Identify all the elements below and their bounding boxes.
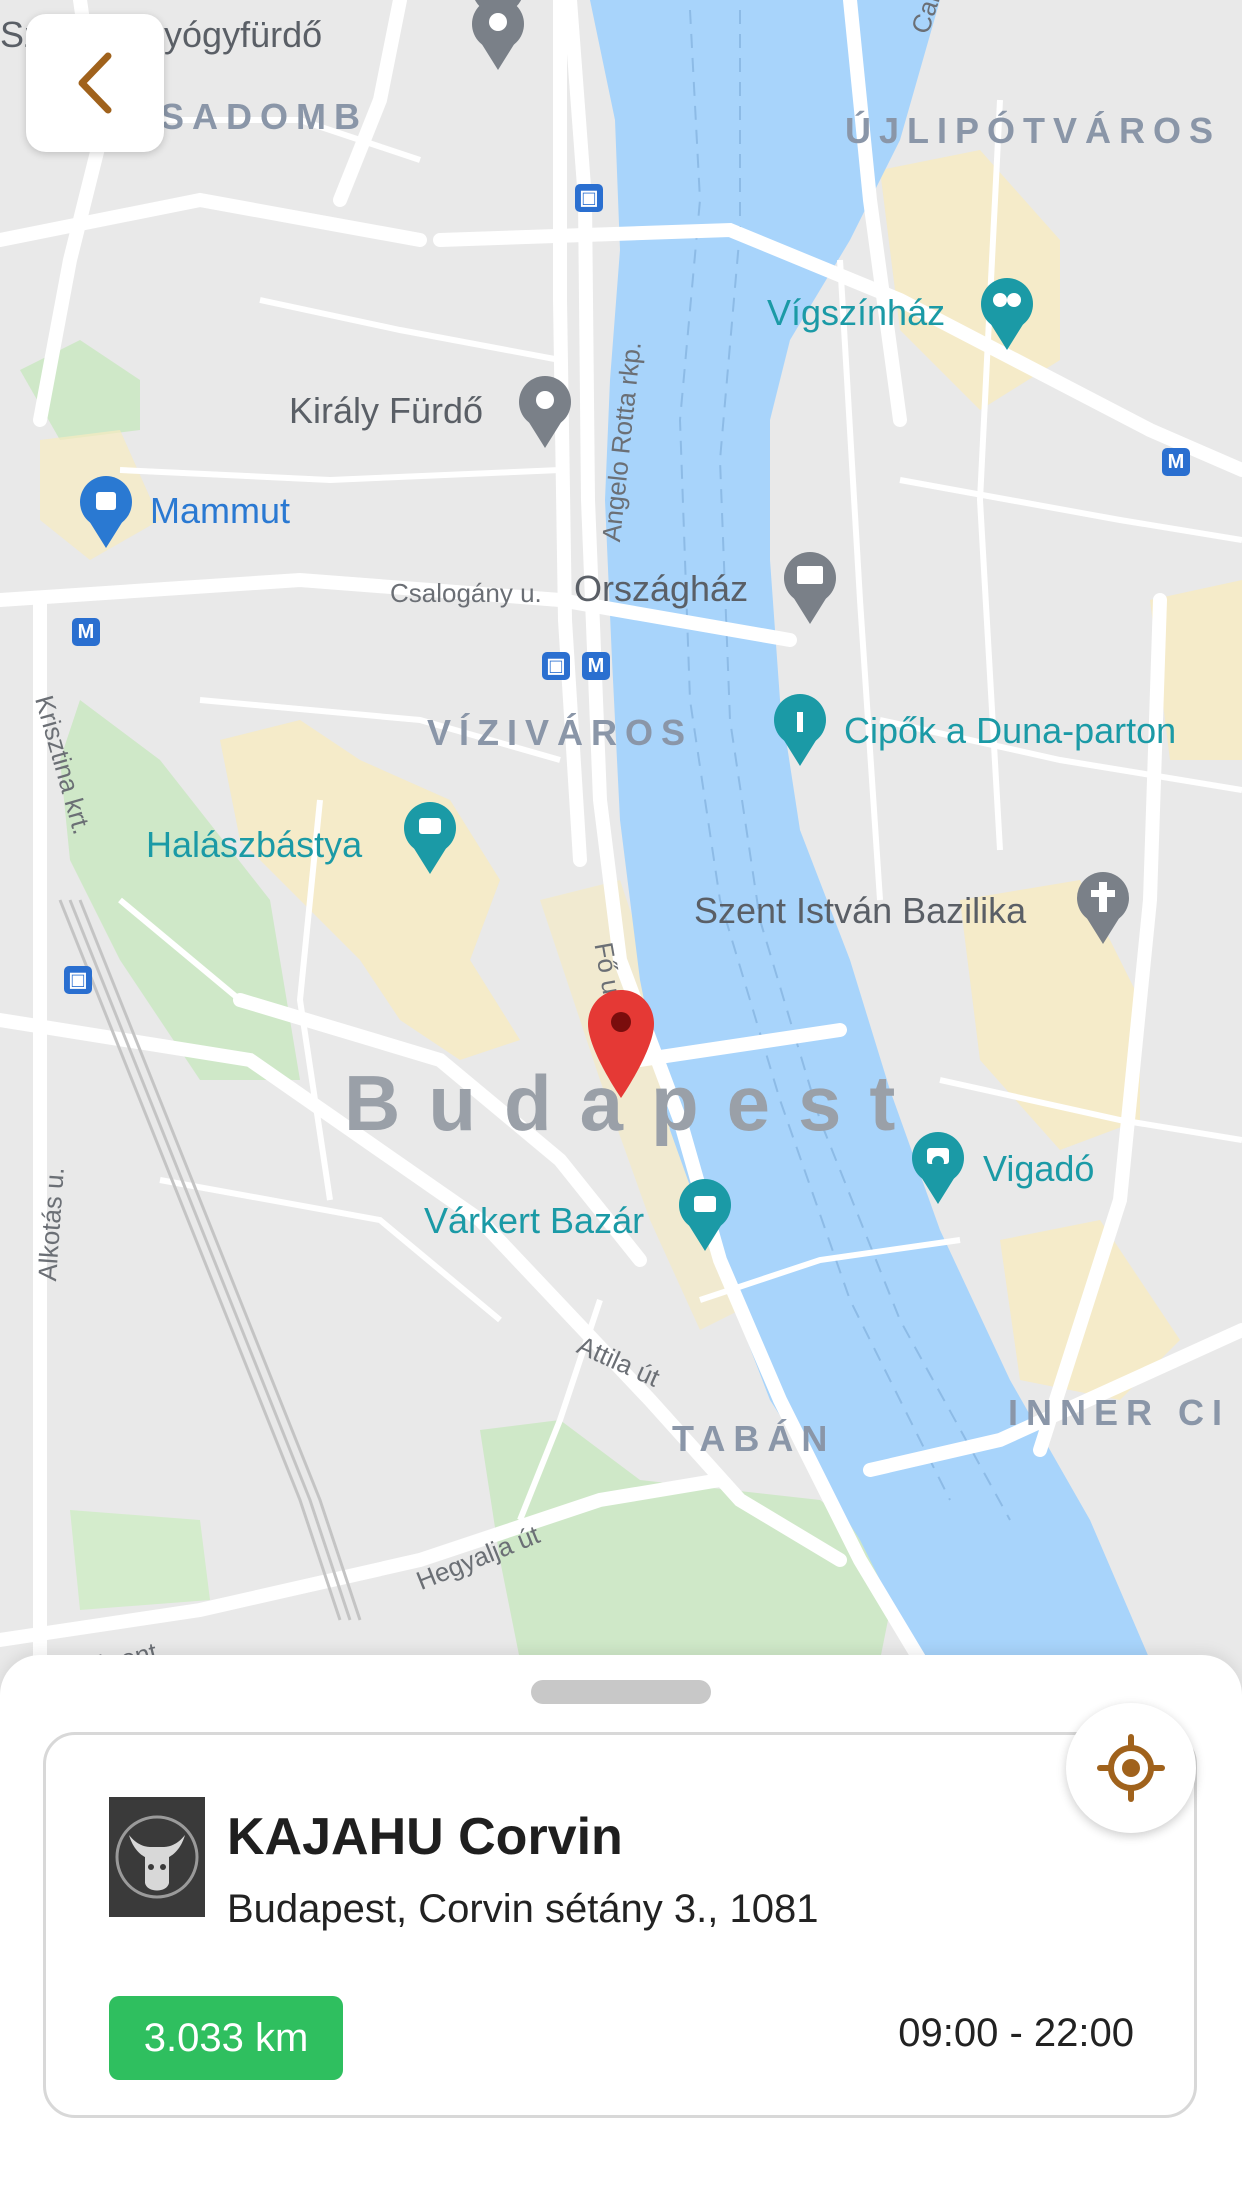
poi-mammut-label[interactable]: Mammut <box>150 490 290 532</box>
restaurant-logo <box>109 1797 205 1917</box>
opening-hours: 09:00 - 22:00 <box>898 2011 1134 2055</box>
locate-button[interactable] <box>1066 1703 1196 1833</box>
chevron-left-icon <box>78 52 112 114</box>
sheet-drag-handle[interactable] <box>531 1680 711 1704</box>
poi-cipok-label[interactable]: Cipők a Duna-parton <box>844 710 1176 752</box>
poi-orszaghaz-label[interactable]: Országház <box>574 568 748 610</box>
train-station-icon[interactable]: ▣ <box>575 184 603 212</box>
train-station-icon[interactable]: ▣ <box>64 966 92 994</box>
metro-station-icon[interactable]: M <box>582 652 610 680</box>
poi-vigszinhaz-label[interactable]: Vígszínház <box>767 292 945 334</box>
street-label-csalogany: Csalogány u. <box>390 578 542 608</box>
back-button[interactable] <box>26 14 164 152</box>
bull-logo-icon <box>109 1797 205 1917</box>
location-address: Budapest, Corvin sétány 3., 1081 <box>227 1887 819 1931</box>
poi-szent-istvan-label[interactable]: Szent István Bazilika <box>694 890 1026 932</box>
metro-station-icon[interactable]: M <box>72 618 100 646</box>
poi-kiraly-furdo-label[interactable]: Király Fürdő <box>289 390 483 432</box>
poi-halaszbastya-label[interactable]: Halászbástya <box>146 824 362 866</box>
district-label-taban: TABÁN <box>672 1418 836 1459</box>
distance-badge: 3.033 km <box>109 1996 343 2080</box>
bottom-sheet[interactable]: KAJAHU Corvin Budapest, Corvin sétány 3.… <box>0 1655 1242 2208</box>
poi-varkert-label[interactable]: Várkert Bazár <box>424 1200 644 1242</box>
district-label-viziváros: VÍZIVÁROS <box>427 712 694 753</box>
train-station-icon[interactable]: ▣ <box>542 652 570 680</box>
poi-vigado-label[interactable]: Vigadó <box>983 1148 1094 1190</box>
metro-station-icon[interactable]: M <box>1162 448 1190 476</box>
crosshair-icon <box>1097 1734 1165 1802</box>
district-label-ujlipotvaros: ÚJLIPÓTVÁROS <box>845 110 1222 151</box>
map-view[interactable]: SADOMB ÚJLIPÓTVÁROS VÍZIVÁROS TABÁN INNE… <box>0 0 1242 1690</box>
district-label-inner-city: INNER CI <box>1008 1392 1231 1433</box>
location-card[interactable]: KAJAHU Corvin Budapest, Corvin sétány 3.… <box>43 1732 1197 2118</box>
map-pin-icon[interactable] <box>586 988 656 1100</box>
location-name: KAJAHU Corvin <box>227 1808 623 1866</box>
district-label-rozsadomb: SADOMB <box>160 96 368 137</box>
